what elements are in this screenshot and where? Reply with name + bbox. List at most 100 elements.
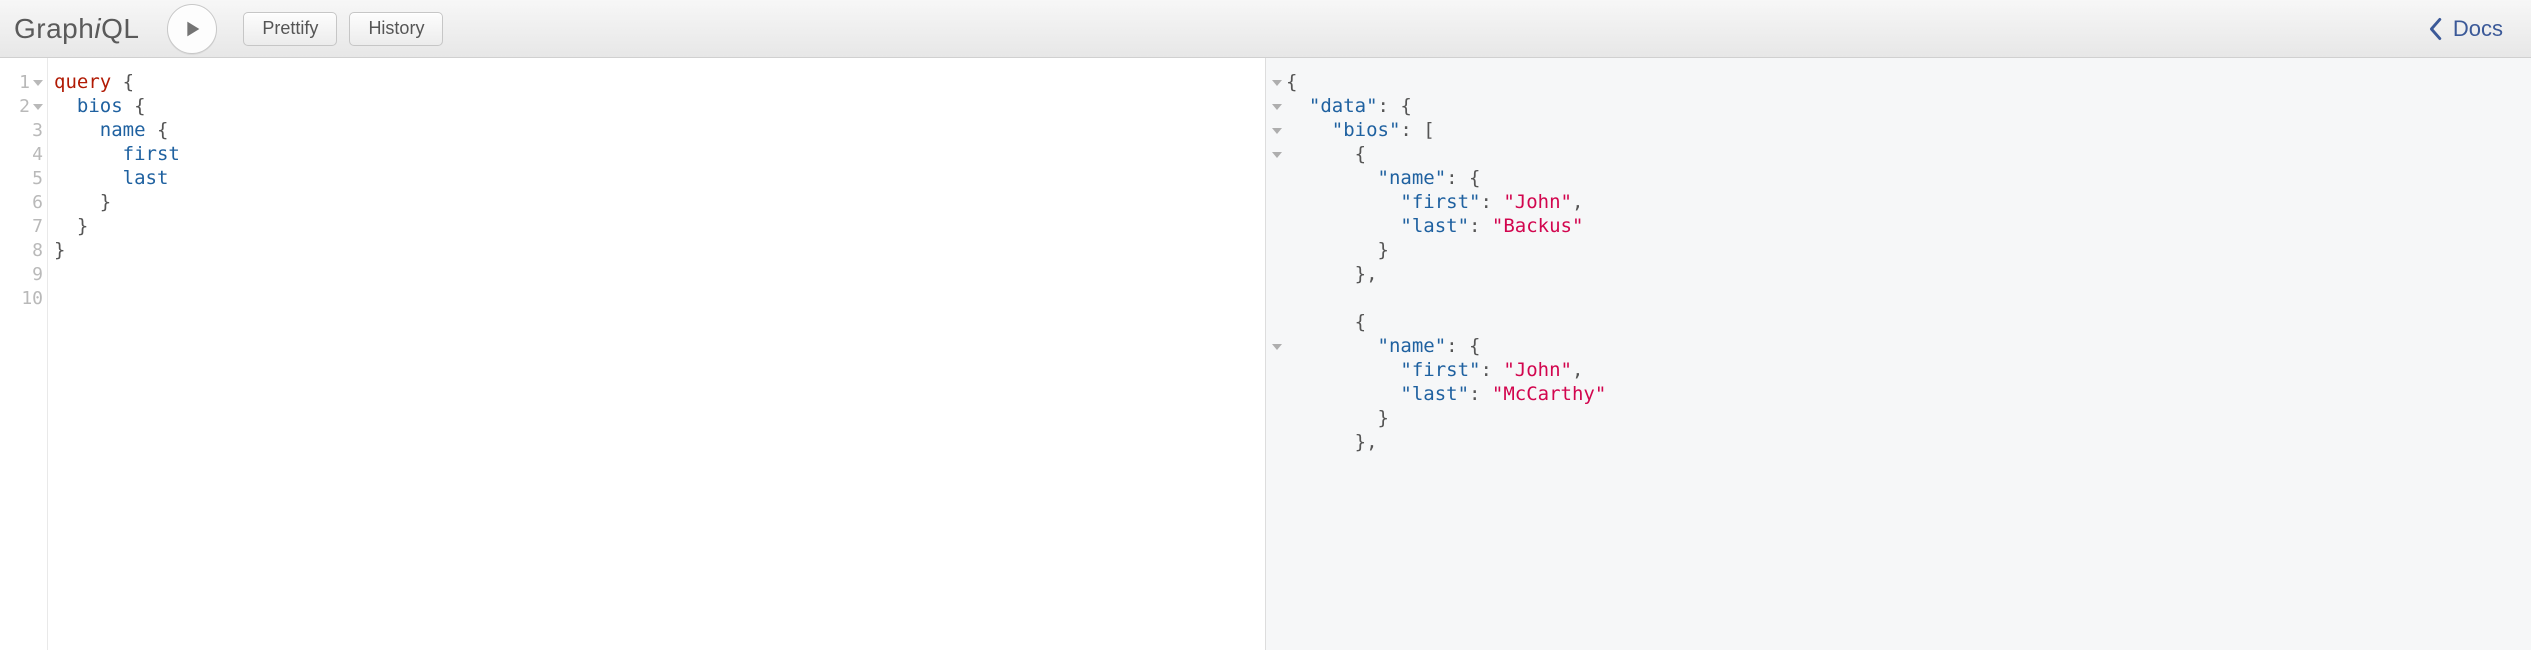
result-gutter-row xyxy=(1266,382,1284,406)
fold-toggle-icon[interactable] xyxy=(1272,80,1282,86)
code-line: last xyxy=(54,166,1265,190)
line-number: 7 xyxy=(32,216,43,237)
result-pane: { "data": { "bios": [ { "name": { "first… xyxy=(1266,58,2531,650)
line-number: 5 xyxy=(32,168,43,189)
code-line: name { xyxy=(54,118,1265,142)
result-gutter-row xyxy=(1266,238,1284,262)
token: "name" xyxy=(1378,167,1447,189)
code-line: } xyxy=(54,190,1265,214)
token: "data" xyxy=(1309,95,1378,117)
query-editor[interactable]: query { bios { name { first last } }} xyxy=(48,58,1265,650)
token: { xyxy=(1286,71,1297,93)
code-line: } xyxy=(1286,238,2531,262)
gutter-line: 2 xyxy=(0,94,47,118)
fold-toggle-icon[interactable] xyxy=(33,104,43,110)
token: "John" xyxy=(1503,359,1572,381)
code-line xyxy=(54,262,1265,286)
token: "first" xyxy=(1400,359,1480,381)
gutter-line: 5 xyxy=(0,166,47,190)
logo-text-b: QL xyxy=(101,13,139,44)
token xyxy=(1286,215,1400,237)
result-gutter-row xyxy=(1266,406,1284,430)
result-gutter-row xyxy=(1266,262,1284,286)
token xyxy=(1286,383,1400,405)
token: : { xyxy=(1446,167,1480,189)
token: "name" xyxy=(1378,335,1447,357)
fold-toggle-icon[interactable] xyxy=(1272,152,1282,158)
code-line xyxy=(1286,286,2531,310)
app-logo: GraphiQL xyxy=(14,13,139,45)
result-gutter xyxy=(1266,58,1284,650)
token: bios xyxy=(77,95,123,117)
execute-button[interactable] xyxy=(167,4,217,54)
code-line xyxy=(54,286,1265,310)
result-gutter-row xyxy=(1266,286,1284,310)
gutter-line: 6 xyxy=(0,190,47,214)
history-button[interactable]: History xyxy=(349,12,443,46)
docs-button[interactable]: Docs xyxy=(2417,10,2513,48)
token xyxy=(1286,95,1309,117)
token: : { xyxy=(1446,335,1480,357)
result-gutter-row xyxy=(1266,166,1284,190)
token xyxy=(1286,167,1378,189)
query-editor-pane: 12345678910 query { bios { name { first … xyxy=(0,58,1266,650)
token: "John" xyxy=(1503,191,1572,213)
token: : xyxy=(1469,215,1492,237)
result-gutter-row xyxy=(1266,94,1284,118)
result-gutter-row xyxy=(1266,142,1284,166)
token: "last" xyxy=(1400,383,1469,405)
code-line: { xyxy=(1286,142,2531,166)
fold-toggle-icon[interactable] xyxy=(1272,128,1282,134)
play-icon xyxy=(182,18,202,40)
token xyxy=(54,95,77,117)
token: "last" xyxy=(1400,215,1469,237)
token: query xyxy=(54,71,111,93)
chevron-left-icon xyxy=(2427,17,2443,41)
result-gutter-row xyxy=(1266,214,1284,238)
fold-toggle-icon[interactable] xyxy=(1272,104,1282,110)
code-line: "data": { xyxy=(1286,94,2531,118)
token xyxy=(1286,335,1378,357)
token: : [ xyxy=(1400,119,1434,141)
fold-toggle-icon[interactable] xyxy=(1272,344,1282,350)
token: { xyxy=(146,119,169,141)
gutter-line: 1 xyxy=(0,70,47,94)
result-gutter-row xyxy=(1266,118,1284,142)
token: } xyxy=(1286,407,1389,429)
token xyxy=(54,143,123,165)
line-number: 3 xyxy=(32,120,43,141)
code-line: } xyxy=(54,238,1265,262)
token: last xyxy=(123,167,169,189)
token xyxy=(1286,359,1400,381)
code-line: "bios": [ xyxy=(1286,118,2531,142)
code-line: query { xyxy=(54,70,1265,94)
token: , xyxy=(1572,191,1583,213)
code-line: "name": { xyxy=(1286,166,2531,190)
gutter-line: 7 xyxy=(0,214,47,238)
token: "McCarthy" xyxy=(1492,383,1606,405)
token: } xyxy=(54,239,65,261)
code-line: first xyxy=(54,142,1265,166)
line-number: 4 xyxy=(32,144,43,165)
token: : xyxy=(1480,191,1503,213)
toolbar: GraphiQL Prettify History Docs xyxy=(0,0,2531,58)
workspace: 12345678910 query { bios { name { first … xyxy=(0,58,2531,650)
docs-label: Docs xyxy=(2453,16,2503,42)
fold-toggle-icon[interactable] xyxy=(33,80,43,86)
gutter-line: 10 xyxy=(0,286,47,310)
token: , xyxy=(1572,359,1583,381)
token xyxy=(54,167,123,189)
token: }, xyxy=(1286,263,1378,285)
token: { xyxy=(1286,143,1366,165)
editor-gutter: 12345678910 xyxy=(0,58,48,650)
line-number: 1 xyxy=(19,72,30,93)
result-gutter-row xyxy=(1266,310,1284,334)
code-line: } xyxy=(54,214,1265,238)
code-line: }, xyxy=(1286,262,2531,286)
token: } xyxy=(1286,239,1389,261)
prettify-button[interactable]: Prettify xyxy=(243,12,337,46)
result-gutter-row xyxy=(1266,190,1284,214)
result-gutter-row xyxy=(1266,334,1284,358)
token xyxy=(1286,119,1332,141)
code-line: "last": "McCarthy" xyxy=(1286,382,2531,406)
